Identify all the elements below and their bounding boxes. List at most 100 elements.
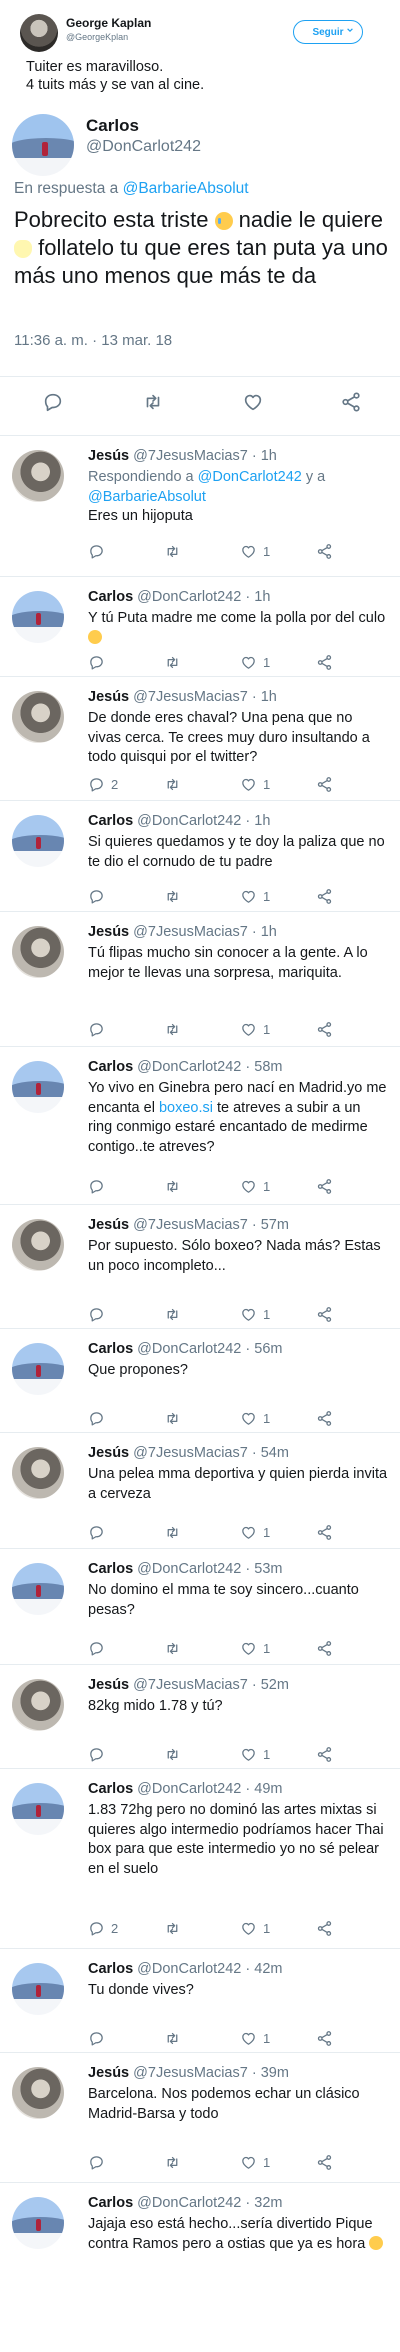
reply-tweet[interactable]: Carlos @DonCarlot242 · 32m Jajaja eso es…: [0, 2183, 400, 2352]
author-handle[interactable]: @DonCarlot242: [137, 1561, 241, 1577]
reply-tweet[interactable]: Jesús @7JesusMacias7 · 39m Barcelona. No…: [0, 2053, 400, 2183]
reply-button[interactable]: 2: [88, 775, 118, 793]
avatar[interactable]: [12, 450, 64, 502]
avatar[interactable]: [12, 1563, 64, 1615]
retweet-button[interactable]: [164, 775, 181, 793]
reply-button[interactable]: [88, 542, 111, 560]
reply-tweet[interactable]: Carlos @DonCarlot242 · 56m Que propones?…: [0, 1329, 400, 1433]
tweet-time[interactable]: · 57m: [252, 1217, 289, 1233]
mention-link[interactable]: @BarbarieAbsolut: [88, 489, 206, 505]
author-name[interactable]: Jesús: [88, 1677, 129, 1693]
author-name[interactable]: Carlos: [88, 1561, 133, 1577]
author-name[interactable]: Carlos: [88, 1341, 133, 1357]
reply-icon[interactable]: [42, 391, 64, 413]
share-button[interactable]: [316, 1409, 333, 1427]
tweet-time[interactable]: · 53m: [245, 1561, 282, 1577]
like-button[interactable]: 1: [240, 2029, 270, 2047]
avatar[interactable]: [12, 1343, 64, 1395]
author-handle[interactable]: @7JesusMacias7: [133, 448, 248, 464]
avatar[interactable]: [12, 1783, 64, 1835]
share-button[interactable]: [316, 1177, 333, 1195]
tweet-time[interactable]: · 49m: [245, 1781, 282, 1797]
avatar[interactable]: [12, 114, 74, 176]
tweet-time[interactable]: · 58m: [245, 1059, 282, 1075]
author-name[interactable]: Jesús: [88, 2065, 129, 2081]
retweet-button[interactable]: [164, 1745, 181, 1763]
tweet-time[interactable]: · 39m: [252, 2065, 289, 2081]
like-button[interactable]: 1: [240, 1919, 270, 1937]
retweet-button[interactable]: [164, 1020, 181, 1038]
avatar[interactable]: [12, 2067, 64, 2119]
reply-tweet[interactable]: Jesús @7JesusMacias7 · 1h Respondiendo a…: [0, 436, 400, 577]
share-button[interactable]: [316, 1639, 333, 1657]
reply-button[interactable]: [88, 2153, 105, 2171]
reply-tweet[interactable]: Jesús @7JesusMacias7 · 1h De donde eres …: [0, 677, 400, 801]
author-handle[interactable]: @7JesusMacias7: [133, 1677, 248, 1693]
tweet-link[interactable]: boxeo.si: [159, 1100, 213, 1116]
retweet-button[interactable]: [164, 887, 181, 905]
retweet-button[interactable]: [164, 1523, 181, 1541]
retweet-button[interactable]: [164, 1919, 181, 1937]
retweet-button[interactable]: [164, 2153, 181, 2171]
reply-tweet[interactable]: Carlos @DonCarlot242 · 1h Y tú Puta madr…: [0, 577, 400, 677]
reply-button[interactable]: [88, 2029, 105, 2047]
author-handle[interactable]: @7JesusMacias7: [133, 2065, 248, 2081]
author-name[interactable]: Carlos: [88, 1961, 133, 1977]
reply-tweet[interactable]: Carlos @DonCarlot242 · 58m Yo vivo en Gi…: [0, 1047, 400, 1205]
retweet-icon[interactable]: [142, 391, 164, 413]
like-button[interactable]: 1: [240, 1020, 270, 1038]
like-button[interactable]: 1: [240, 653, 270, 671]
share-button[interactable]: [316, 887, 333, 905]
avatar[interactable]: [12, 1061, 64, 1113]
author-handle[interactable]: @DonCarlot242: [137, 589, 241, 605]
follow-button[interactable]: Seguir: [293, 20, 363, 44]
avatar[interactable]: [12, 2197, 64, 2249]
author-name[interactable]: Jesús: [88, 1217, 129, 1233]
retweet-button[interactable]: [164, 1305, 181, 1323]
tweet-time[interactable]: · 52m: [252, 1677, 289, 1693]
tweet-time[interactable]: · 1h: [252, 689, 277, 705]
author-name[interactable]: Jesús: [88, 1445, 129, 1461]
like-button[interactable]: 1: [240, 1409, 270, 1427]
mention-link[interactable]: @BarbarieAbsolut: [123, 180, 249, 197]
author-handle[interactable]: @DonCarlot242: [137, 2195, 241, 2211]
share-icon[interactable]: [340, 391, 362, 413]
like-button[interactable]: 1: [240, 2153, 270, 2171]
retweet-button[interactable]: [164, 653, 181, 671]
reply-button[interactable]: [88, 1020, 105, 1038]
author-name[interactable]: Carlos: [88, 1781, 133, 1797]
reply-button[interactable]: [88, 1745, 105, 1763]
author-name[interactable]: Carlos: [88, 813, 133, 829]
tweet-time[interactable]: · 54m: [252, 1445, 289, 1461]
author-handle[interactable]: @7JesusMacias7: [133, 1217, 248, 1233]
share-button[interactable]: [316, 653, 333, 671]
reply-tweet[interactable]: Jesús @7JesusMacias7 · 57m Por supuesto.…: [0, 1205, 400, 1329]
author-name[interactable]: Carlos: [88, 589, 133, 605]
share-button[interactable]: [316, 775, 333, 793]
reply-button[interactable]: 2: [88, 1919, 118, 1937]
share-button[interactable]: [316, 2153, 333, 2171]
author-handle[interactable]: @DonCarlot242: [86, 138, 201, 156]
author-handle[interactable]: @GeorgeKplan: [66, 32, 128, 42]
author-handle[interactable]: @DonCarlot242: [137, 1059, 241, 1075]
retweet-button[interactable]: [164, 1639, 181, 1657]
author-handle[interactable]: @7JesusMacias7: [133, 689, 248, 705]
reply-tweet[interactable]: Carlos @DonCarlot242 · 42m Tu donde vive…: [0, 1949, 400, 2053]
avatar[interactable]: [12, 591, 64, 643]
avatar[interactable]: [12, 815, 64, 867]
author-handle[interactable]: @7JesusMacias7: [133, 1445, 248, 1461]
like-button[interactable]: 1: [240, 1523, 270, 1541]
reply-tweet[interactable]: Carlos @DonCarlot242 · 49m 1.83 72hg per…: [0, 1769, 400, 1949]
author-name[interactable]: Carlos: [86, 116, 139, 136]
avatar[interactable]: [20, 14, 58, 52]
reply-tweet[interactable]: Jesús @7JesusMacias7 · 52m 82kg mido 1.7…: [0, 1665, 400, 1769]
reply-button[interactable]: [88, 1305, 105, 1323]
reply-button[interactable]: [88, 1523, 105, 1541]
author-handle[interactable]: @7JesusMacias7: [133, 924, 248, 940]
tweet-time[interactable]: · 1h: [252, 448, 277, 464]
timestamp[interactable]: 11:36 a. m. · 13 mar. 18: [14, 332, 172, 349]
like-icon[interactable]: [242, 391, 264, 413]
tweet-time[interactable]: · 1h: [252, 924, 277, 940]
author-handle[interactable]: @DonCarlot242: [137, 1961, 241, 1977]
mention-link[interactable]: @DonCarlot242: [198, 469, 302, 485]
